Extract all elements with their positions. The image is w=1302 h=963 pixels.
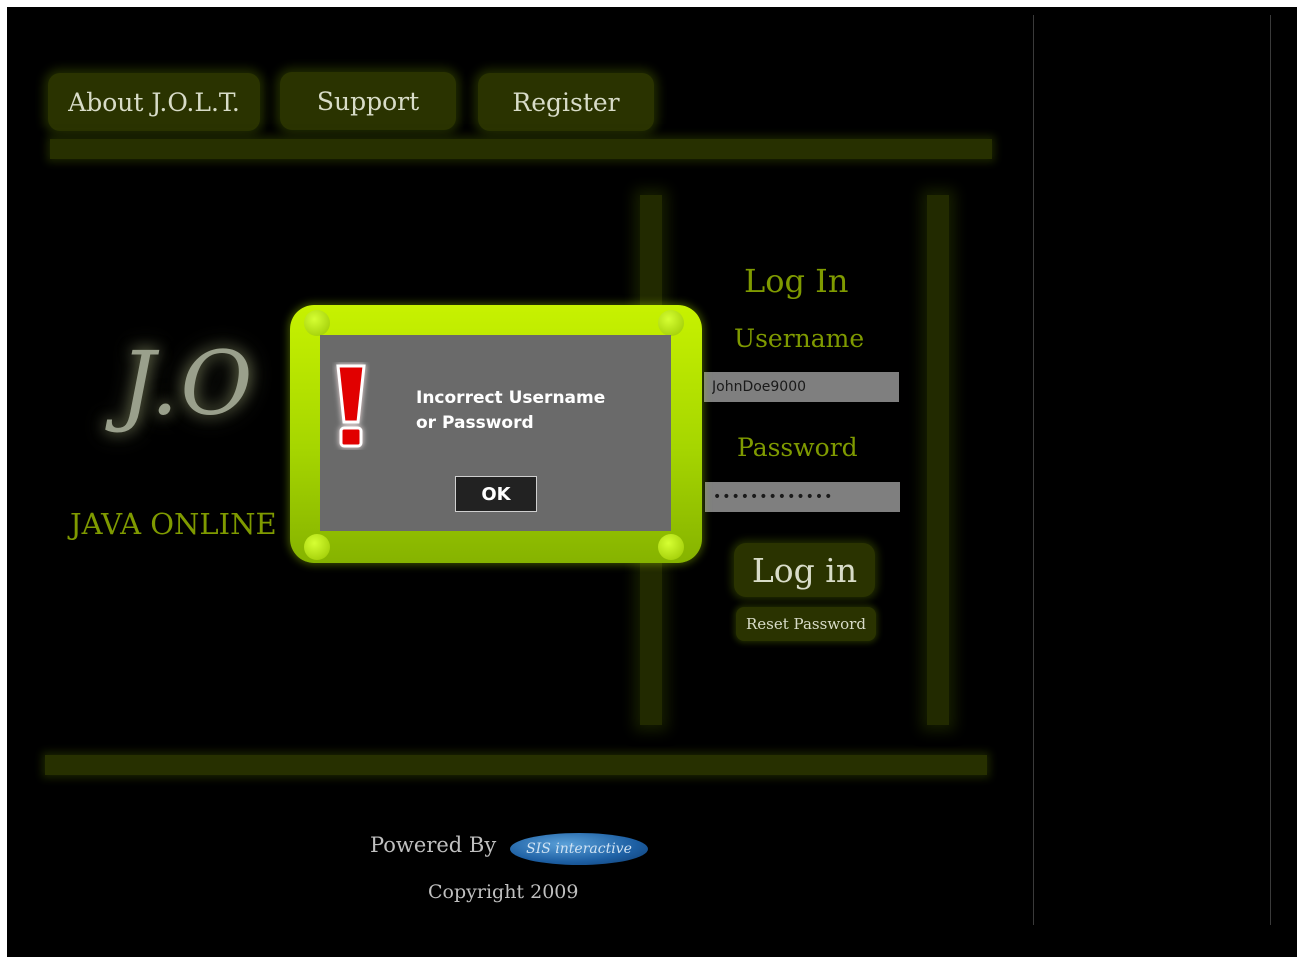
password-label: Password xyxy=(737,433,858,462)
dialog-corner-knob xyxy=(658,534,684,560)
password-input[interactable] xyxy=(705,482,900,512)
login-title: Log In xyxy=(744,262,849,300)
nav-about-button[interactable]: About J.O.L.T. xyxy=(48,73,260,131)
reset-password-button[interactable]: Reset Password xyxy=(736,607,876,641)
dialog-corner-knob xyxy=(304,534,330,560)
login-panel-right-border xyxy=(927,195,949,725)
username-input[interactable] xyxy=(704,372,899,402)
error-message-line2: or Password xyxy=(416,413,534,433)
site-subtitle: JAVA ONLINE xyxy=(70,507,277,541)
error-message: Incorrect Username or Password xyxy=(416,386,636,436)
copyright-text: Copyright 2009 xyxy=(428,881,579,903)
powered-by-label: Powered By xyxy=(370,833,497,857)
header-bar xyxy=(50,139,992,159)
exclamation-icon xyxy=(336,364,366,448)
footer-bar xyxy=(45,755,987,775)
divider-line xyxy=(1033,15,1034,925)
dialog-corner-knob xyxy=(304,310,330,336)
ok-button[interactable]: OK xyxy=(455,476,537,512)
nav-support-button[interactable]: Support xyxy=(280,72,456,130)
page-canvas: About J.O.L.T. Support Register J.O JAVA… xyxy=(7,7,1297,957)
nav-register-button[interactable]: Register xyxy=(478,73,654,131)
dialog-corner-knob xyxy=(658,310,684,336)
jolt-logo: J.O xyxy=(120,332,255,435)
sis-interactive-logo[interactable]: SIS interactive xyxy=(510,833,648,865)
login-button[interactable]: Log in xyxy=(734,543,875,597)
divider-line xyxy=(1270,15,1271,925)
username-label: Username xyxy=(734,324,865,353)
error-message-line1: Incorrect Username xyxy=(416,388,606,408)
